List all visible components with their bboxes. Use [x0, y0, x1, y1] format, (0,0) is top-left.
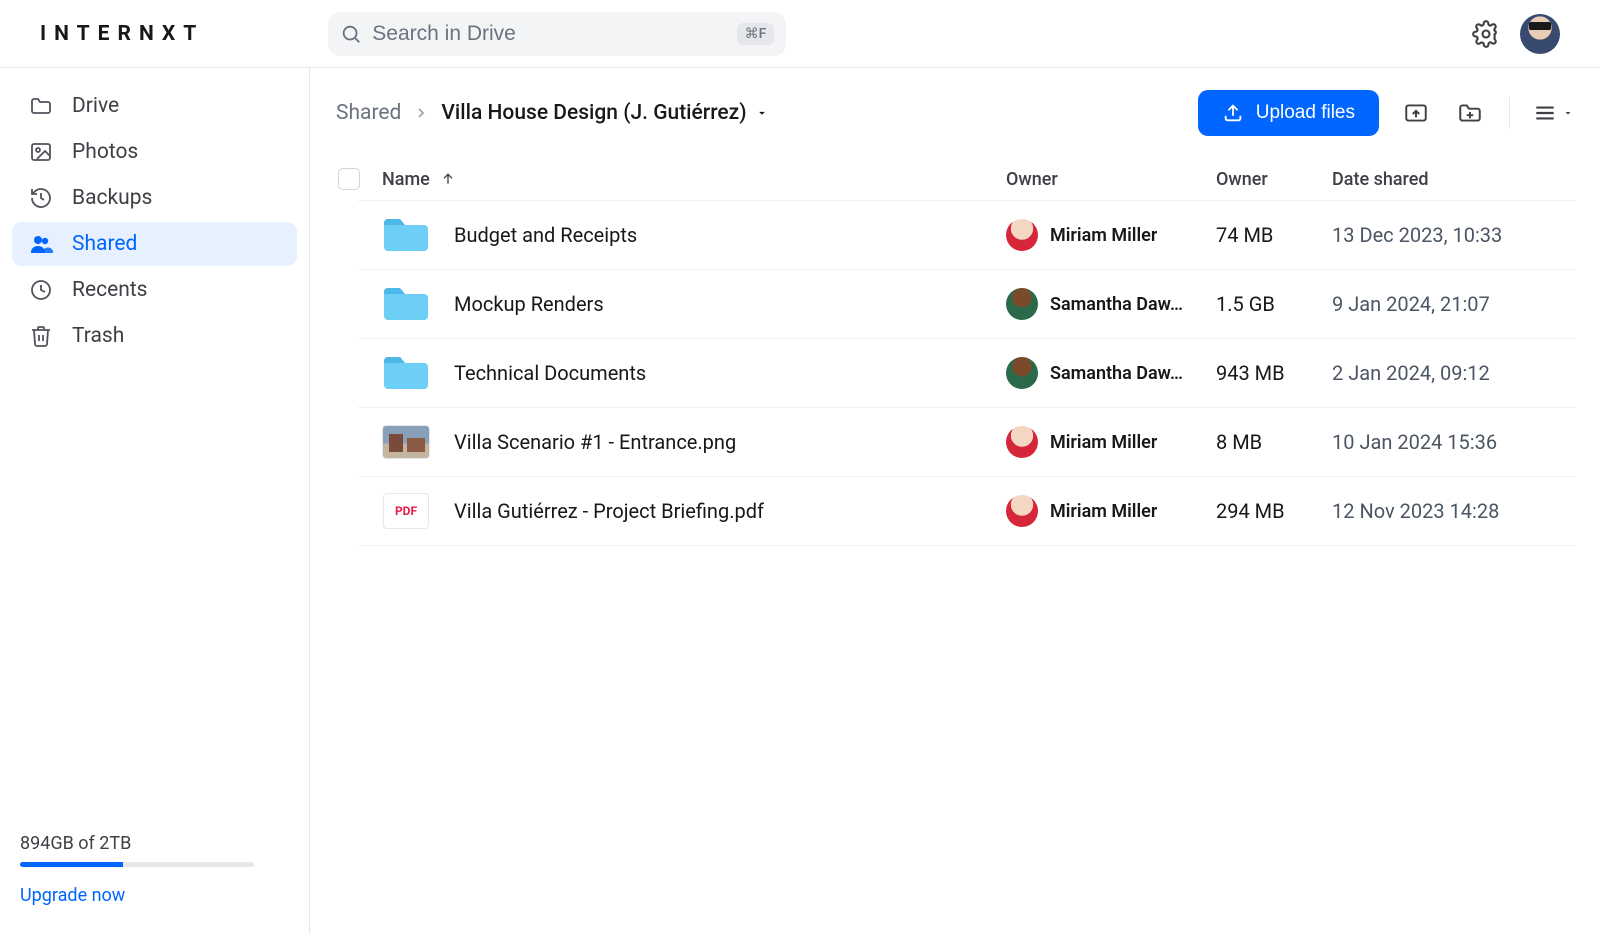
image-icon — [28, 140, 54, 164]
upload-icon — [1222, 102, 1244, 124]
caret-down-icon — [1562, 107, 1574, 119]
sidebar-item-trash[interactable]: Trash — [12, 314, 297, 358]
search-icon — [340, 23, 362, 45]
breadcrumb-root[interactable]: Shared — [336, 101, 401, 125]
file-name: Villa Gutiérrez - Project Briefing.pdf — [454, 499, 1006, 523]
people-icon — [28, 232, 54, 256]
sidebar-item-backups[interactable]: Backups — [12, 176, 297, 220]
sidebar-item-label: Photos — [72, 140, 138, 164]
storage-widget: 894GB of 2TB Upgrade now — [12, 833, 297, 918]
brand-logo: INTERNXT — [40, 22, 204, 46]
image-thumbnail — [382, 424, 430, 460]
owner-avatar — [1006, 426, 1038, 458]
sidebar: Drive Photos Backups Shared — [0, 68, 310, 934]
upload-button-label: Upload files — [1256, 102, 1355, 124]
file-name: Villa Scenario #1 - Entrance.png — [454, 430, 1006, 454]
file-size: 943 MB — [1216, 361, 1332, 385]
sidebar-item-recents[interactable]: Recents — [12, 268, 297, 312]
breadcrumb-current-label: Villa House Design (J. Gutiérrez) — [441, 101, 746, 125]
owner-avatar — [1006, 357, 1038, 389]
column-header-owner[interactable]: Owner — [1006, 169, 1216, 190]
storage-bar-fill — [20, 862, 123, 867]
main-content: Shared Villa House Design (J. Gutiérrez)… — [310, 68, 1600, 934]
history-icon — [28, 186, 54, 210]
column-header-date[interactable]: Date shared — [1332, 169, 1572, 190]
table-row[interactable]: Villa Scenario #1 - Entrance.png Miriam … — [358, 407, 1576, 476]
owner-name: Samantha Daw… — [1050, 363, 1183, 384]
sidebar-item-label: Trash — [72, 324, 124, 348]
sidebar-item-drive[interactable]: Drive — [12, 84, 297, 128]
toolbar: Shared Villa House Design (J. Gutiérrez)… — [334, 90, 1576, 136]
file-name: Mockup Renders — [454, 292, 1006, 316]
list-view-icon — [1532, 100, 1558, 126]
file-size: 294 MB — [1216, 499, 1332, 523]
gear-icon — [1472, 20, 1500, 48]
user-avatar[interactable] — [1520, 14, 1560, 54]
storage-bar — [20, 862, 254, 867]
upload-folder-icon — [1403, 100, 1429, 126]
column-name-label: Name — [382, 169, 430, 190]
caret-down-icon — [755, 106, 769, 120]
search-shortcut-badge: ⌘F — [737, 23, 775, 45]
trash-icon — [28, 324, 54, 348]
table-row[interactable]: Technical Documents Samantha Daw… 943 MB… — [358, 338, 1576, 407]
owner-avatar — [1006, 219, 1038, 251]
owner-avatar — [1006, 288, 1038, 320]
owner-name: Miriam Miller — [1050, 225, 1157, 246]
settings-button[interactable] — [1472, 20, 1500, 48]
clock-icon — [28, 278, 54, 302]
folder-icon — [28, 94, 54, 118]
file-table: Name Owner Owner Date shared Budget and … — [334, 158, 1576, 546]
date-shared: 12 Nov 2023 14:28 — [1332, 499, 1572, 523]
folder-icon — [382, 286, 430, 322]
breadcrumb-current[interactable]: Villa House Design (J. Gutiérrez) — [441, 101, 768, 125]
file-size: 1.5 GB — [1216, 292, 1332, 316]
search-bar[interactable]: ⌘F — [328, 12, 786, 56]
table-row[interactable]: PDF Villa Gutiérrez - Project Briefing.p… — [358, 476, 1576, 546]
date-shared: 2 Jan 2024, 09:12 — [1332, 361, 1572, 385]
table-header: Name Owner Owner Date shared — [334, 158, 1576, 200]
date-shared: 9 Jan 2024, 21:07 — [1332, 292, 1572, 316]
select-all-checkbox[interactable] — [338, 168, 360, 190]
date-shared: 13 Dec 2023, 10:33 — [1332, 223, 1572, 247]
search-input[interactable] — [372, 22, 726, 46]
owner-name: Miriam Miller — [1050, 432, 1157, 453]
folder-icon — [382, 217, 430, 253]
file-size: 74 MB — [1216, 223, 1332, 247]
upload-cloud-button[interactable] — [1399, 96, 1433, 130]
new-folder-button[interactable] — [1453, 96, 1487, 130]
owner-name: Samantha Daw… — [1050, 294, 1183, 315]
table-row[interactable]: Budget and Receipts Miriam Miller 74 MB … — [358, 200, 1576, 269]
owner-avatar — [1006, 495, 1038, 527]
view-toggle[interactable] — [1532, 100, 1574, 126]
sidebar-item-photos[interactable]: Photos — [12, 130, 297, 174]
table-body: Budget and Receipts Miriam Miller 74 MB … — [358, 200, 1576, 546]
table-row[interactable]: Mockup Renders Samantha Daw… 1.5 GB 9 Ja… — [358, 269, 1576, 338]
nav-list: Drive Photos Backups Shared — [12, 84, 297, 833]
folder-icon — [382, 355, 430, 391]
column-header-owner-2[interactable]: Owner — [1216, 169, 1332, 190]
app-header: INTERNXT ⌘F — [0, 0, 1600, 68]
file-name: Technical Documents — [454, 361, 1006, 385]
pdf-icon: PDF — [382, 493, 430, 529]
file-name: Budget and Receipts — [454, 223, 1006, 247]
column-header-name[interactable]: Name — [382, 169, 1006, 190]
sidebar-item-label: Backups — [72, 186, 152, 210]
sort-asc-icon — [440, 171, 456, 187]
owner-name: Miriam Miller — [1050, 501, 1157, 522]
sidebar-item-label: Recents — [72, 278, 148, 302]
toolbar-divider — [1509, 97, 1510, 129]
date-shared: 10 Jan 2024 15:36 — [1332, 430, 1572, 454]
folder-plus-icon — [1457, 100, 1483, 126]
upload-button[interactable]: Upload files — [1198, 90, 1379, 136]
upgrade-link[interactable]: Upgrade now — [20, 885, 289, 906]
sidebar-item-label: Drive — [72, 94, 119, 118]
chevron-right-icon — [413, 105, 429, 121]
sidebar-item-shared[interactable]: Shared — [12, 222, 297, 266]
file-size: 8 MB — [1216, 430, 1332, 454]
sidebar-item-label: Shared — [72, 232, 137, 256]
breadcrumb: Shared Villa House Design (J. Gutiérrez) — [336, 101, 769, 125]
storage-label: 894GB of 2TB — [20, 833, 289, 854]
